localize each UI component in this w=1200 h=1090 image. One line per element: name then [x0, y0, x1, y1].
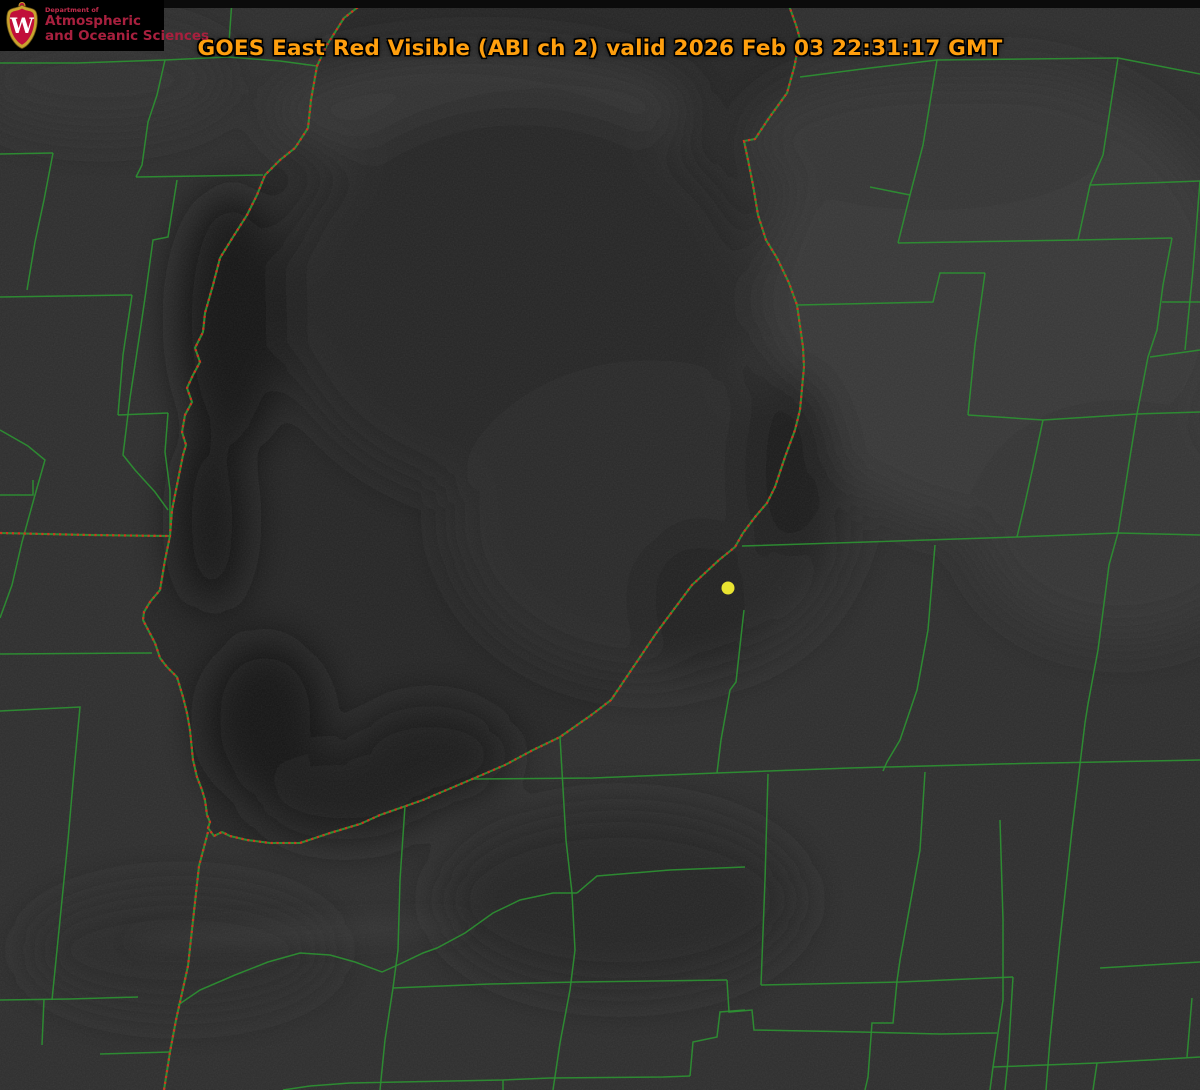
- logo-name-line2: and Oceanic Sciences: [45, 30, 209, 44]
- map-title: GOES East Red Visible (ABI ch 2) valid 2…: [197, 36, 1002, 61]
- satellite-map: [0, 0, 1200, 1090]
- uw-crest-icon: W: [5, 2, 39, 49]
- uw-aos-logo: W Department of Atmospheric and Oceanic …: [0, 0, 164, 51]
- svg-text:W: W: [9, 13, 34, 38]
- logo-name-line1: Atmospheric: [45, 15, 209, 29]
- film-grain: [0, 0, 1200, 1090]
- station-marker-icon: [722, 582, 735, 595]
- satellite-image-viewer: GOES East Red Visible (ABI ch 2) valid 2…: [0, 0, 1200, 1090]
